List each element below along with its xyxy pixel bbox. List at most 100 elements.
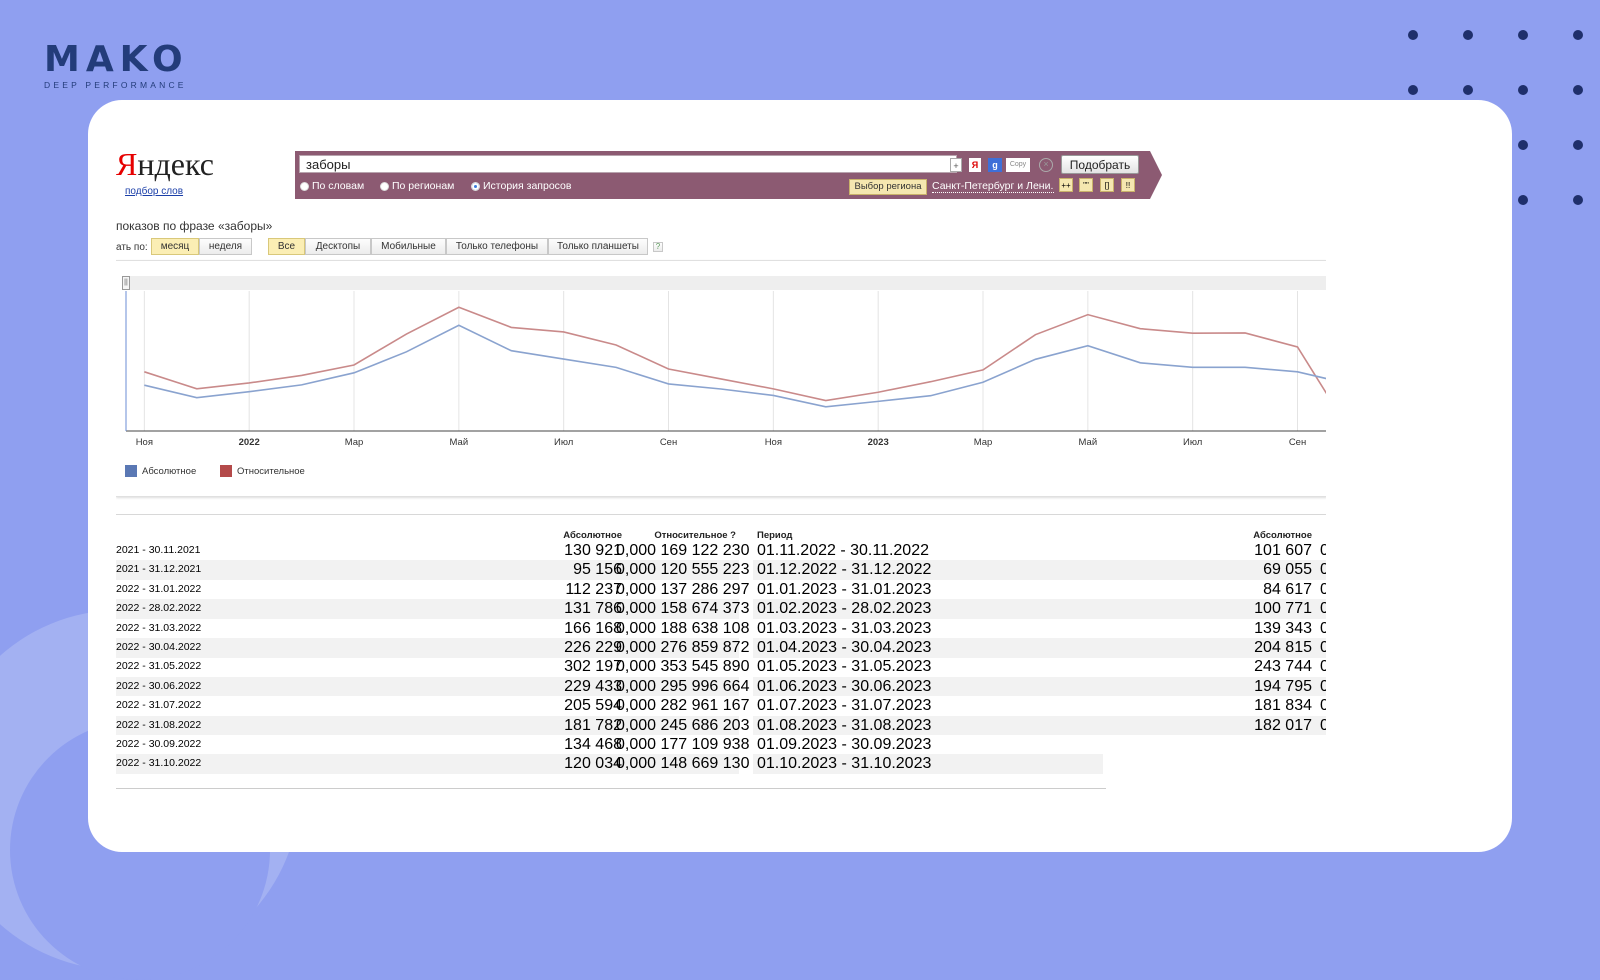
row-relative: 0,000 086 951 755 [1320,561,1326,579]
tool-button-brackets[interactable]: [] [1100,178,1114,192]
row-period: 01.02.2023 - 28.02.2023 [757,600,932,618]
tab-week[interactable]: неделя [199,238,252,255]
row-period: 01.06.2023 - 30.06.2023 [757,677,932,695]
radio-label: По словам [312,180,365,192]
row-absolute: 139 343 [1254,619,1312,637]
row-relative: 0,000 120 367 683 [1320,542,1326,559]
row-relative: 0,000 188 638 108 [616,619,750,637]
row-period: 2022 - 28.02.2022 [116,602,202,615]
row-absolute: 95 156 [573,561,622,579]
radio-by-words[interactable]: По словам [300,180,364,192]
decor-dot [1518,30,1528,40]
tool-button-plus[interactable]: ++ [1059,178,1073,192]
row-relative: 0,000 158 674 373 [616,600,750,618]
col-header-relative: Относительное ? [654,530,736,541]
row-relative: 0,000 148 669 130 [616,755,750,773]
decor-dot [1518,140,1528,150]
row-relative: 0,000 353 545 890 [616,658,750,676]
row-absolute: 181 834 [1254,697,1312,715]
search-input[interactable]: заборы [299,155,957,173]
legend-swatch-blue [125,465,137,477]
table-row: 01.04.2023 - 30.04.2023 204 815 0,000 275 … [753,638,1326,658]
tool-button-quotes[interactable]: "" [1079,178,1093,192]
wordstat-link[interactable]: подбор слов [125,186,183,197]
tool-button-exclaim[interactable]: !! [1121,178,1135,192]
row-relative: 0,000 280 210 272 [1320,716,1326,734]
legend-absolute[interactable]: Абсолютное [125,465,196,477]
x-tick-label: Сен [1289,437,1306,448]
row-absolute: 166 168 [564,619,622,637]
table-top-border [116,514,1326,515]
row-relative: 0,000 174 483 896 [1320,619,1326,637]
group-by-label: ать по: [116,242,148,253]
decor-dot [1573,140,1583,150]
row-relative: 0,000 282 961 167 [616,697,750,715]
yandex-logo-rest: ндекс [137,146,214,182]
region-name-link[interactable]: Санкт-Петербург и Лени... [932,180,1054,193]
table-row: 01.11.2022 - 30.11.2022 101 607 0,000 120 … [753,541,1326,561]
row-period: 2022 - 31.10.2022 [116,757,202,770]
radio-by-regions[interactable]: По регионам [380,180,454,192]
row-period: 01.05.2023 - 31.05.2023 [757,658,932,676]
region-select-button[interactable]: Выбор региона [849,179,927,195]
row-absolute: 131 786 [564,600,622,618]
decor-dot [1408,30,1418,40]
row-relative: 0,000 120 555 223 [616,561,750,579]
row-relative: 0,000 279 434 199 [1320,697,1326,715]
table-row: 01.02.2023 - 28.02.2023 100 771 0,000 140 … [753,599,1326,619]
tab-mobile[interactable]: Мобильные [371,238,446,255]
plus-button[interactable]: + [950,158,962,172]
row-period: 2021 - 30.11.2021 [116,544,201,556]
submit-button[interactable]: Подобрать [1061,155,1139,174]
help-icon[interactable]: ? [653,242,663,252]
radio-circle [380,181,389,191]
radio-label: История запросов [483,180,572,192]
col-header-absolute: Абсолютное [563,530,622,541]
row-relative: 0,000 169 122 230 [616,542,750,559]
yandex-logo[interactable]: Яндекс [116,146,214,183]
row-period: 2022 - 30.06.2022 [116,679,202,692]
radio-label: По регионам [392,180,455,192]
table-row: 2021 - 30.11.2021 130 921 0,000 169 122 23… [116,541,750,561]
legend-relative[interactable]: Относительное [220,465,305,477]
row-period: 01.10.2023 - 31.10.2023 [757,755,932,773]
table-row: 2022 - 31.08.2022 181 782 0,000 245 686 20… [116,715,749,736]
row-relative: 0,000 292 417 601 [1320,677,1326,695]
table-row: 2021 - 31.12.2021 95 156 0,000 120 555 223 [116,560,750,580]
yandex-translate-icon[interactable]: Я [969,158,981,172]
table-row: 01.09.2023 - 30.09.2023 [753,735,1103,755]
decor-dot [1573,85,1583,95]
x-tick-label: 2023 [868,437,889,448]
row-absolute: 69 055 [1263,561,1312,579]
tab-all-devices[interactable]: Все [268,238,305,255]
page-title: показов по фразе «заборы» [116,219,273,233]
row-relative: 0,000 295 996 664 [616,677,750,695]
google-icon[interactable]: g [988,158,1002,172]
tab-month[interactable]: месяц [151,238,199,255]
table-row: 01.05.2023 - 31.05.2023 243 744 0,000 332 … [753,657,1326,677]
tab-desktops[interactable]: Десктопы [305,238,371,255]
row-period: 2022 - 31.05.2022 [116,660,202,673]
tab-tablets-only[interactable]: Только планшеты [548,238,648,255]
row-absolute: 226 229 [564,639,622,656]
row-absolute: 130 921 [564,542,622,559]
search-panel-arrow [1150,151,1162,199]
row-period: 01.03.2023 - 31.03.2023 [757,619,932,637]
tab-phones-only[interactable]: Только телефоны [446,238,548,255]
row-period: 2022 - 30.04.2022 [116,641,202,653]
row-period: 01.12.2022 - 31.12.2022 [757,561,932,579]
radio-history[interactable]: История запросов [471,180,571,192]
copy-button[interactable]: Copy [1006,158,1030,172]
table-row: 01.07.2023 - 31.07.2023 181 834 0,000 279 … [753,696,1326,716]
row-absolute: 302 197 [564,658,622,676]
mako-logo-tagline: DEEP PERFORMANCE [44,80,187,90]
table-row: 01.03.2023 - 31.03.2023 139 343 0,000 174 … [753,619,1326,639]
clear-icon[interactable]: × [1039,158,1053,172]
row-relative: 0,000 332 388 823 [1320,658,1326,676]
x-tick-label: Ноя [136,437,153,448]
row-relative: 0,000 140 797 966 [1320,600,1326,618]
table-row: 2022 - 31.05.2022 302 197 0,000 353 545 89… [116,657,750,677]
decor-dot [1573,30,1583,40]
table-row: 2022 - 30.09.2022 134 468 0,000 177 109 93… [116,735,749,755]
table-row: 2022 - 31.07.2022 205 594 0,000 282 961 16… [116,696,750,716]
